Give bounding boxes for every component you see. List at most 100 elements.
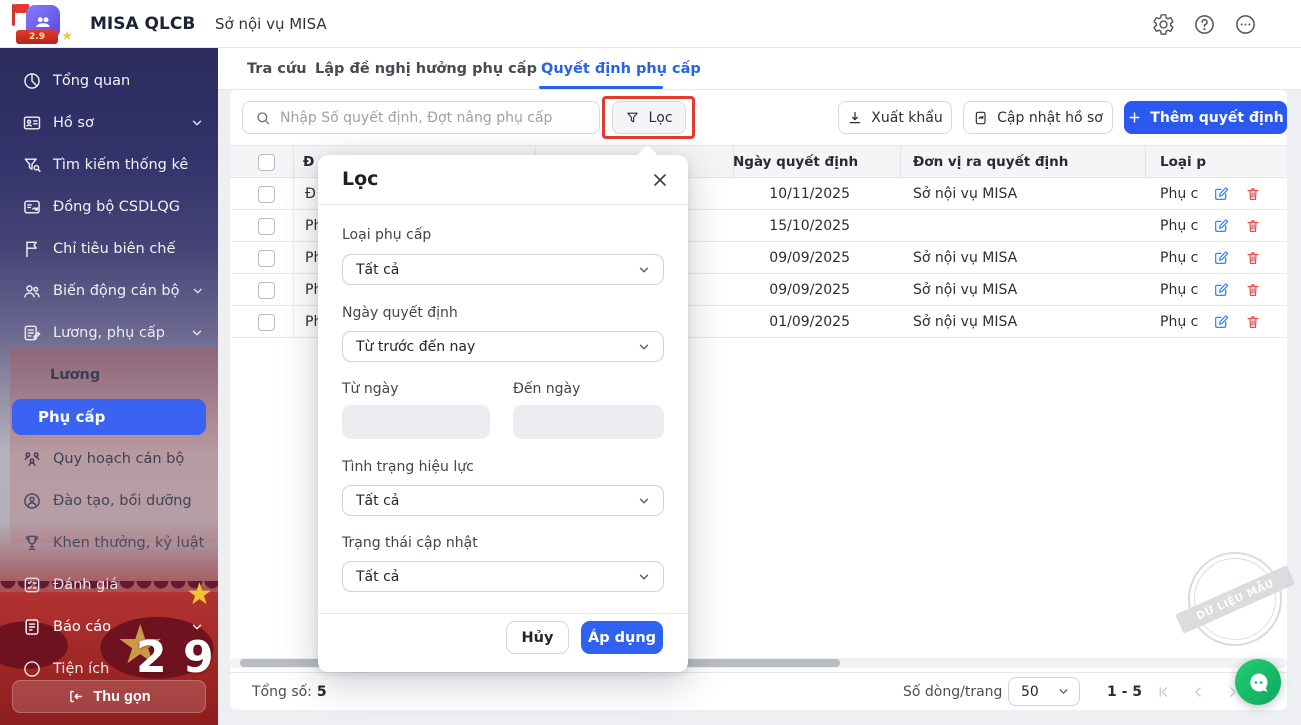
page-range: 1 - 5 <box>1107 673 1142 711</box>
sidebar-subitem-phu-cap[interactable]: Phụ cấp <box>0 396 218 438</box>
popup-title: Lọc <box>342 168 378 190</box>
row-checkbox[interactable] <box>258 314 275 331</box>
edit-pencil-icon[interactable] <box>1213 186 1229 202</box>
row-checkbox[interactable] <box>258 186 275 203</box>
chevron-down-icon <box>637 263 651 277</box>
chevron-down-icon <box>637 570 651 584</box>
row-checkbox[interactable] <box>258 250 275 267</box>
search-input[interactable] <box>280 110 589 126</box>
settings-icon[interactable] <box>1152 13 1175 36</box>
funnel-icon <box>625 110 640 125</box>
sidebar-item-danh-gia[interactable]: Đánh giá <box>0 564 218 606</box>
sidebar-item-dong-bo-csdlqg[interactable]: Đồng bộ CSDLQG <box>0 186 218 228</box>
sidebar-item-ho-so[interactable]: Hồ sơ <box>0 102 218 144</box>
tab-lap-de-nghi[interactable]: Lập đề nghị hưởng phụ cấp <box>315 48 537 90</box>
cell-decision-date: 15/10/2025 <box>733 210 850 242</box>
export-button[interactable]: Xuất khẩu <box>838 101 952 134</box>
column-divider <box>733 146 734 179</box>
column-divider <box>293 274 294 306</box>
chevron-down-icon <box>637 494 651 508</box>
trash-icon[interactable] <box>1245 218 1261 234</box>
chat-support-button[interactable] <box>1235 659 1281 705</box>
collapse-icon <box>67 688 84 705</box>
prev-page-icon[interactable] <box>1190 684 1206 700</box>
edit-pencil-icon[interactable] <box>1213 282 1229 298</box>
to-date-input[interactable] <box>513 405 664 439</box>
cell-allowance-type: Phụ c <box>1160 178 1198 210</box>
collapse-sidebar-button[interactable]: Thu gọn <box>12 680 206 713</box>
edit-pencil-icon[interactable] <box>1213 218 1229 234</box>
column-header-dot-nang[interactable]: Đ <box>303 146 314 179</box>
tab-quyet-dinh-phu-cap[interactable]: Quyết định phụ cấp <box>541 48 701 90</box>
from-date-input[interactable] <box>342 405 490 439</box>
cell-allowance-type: Phụ c <box>1160 274 1198 306</box>
trash-icon[interactable] <box>1245 314 1261 330</box>
sidebar-item-luong-phu-cap[interactable]: Lương, phụ cấp <box>0 312 218 354</box>
more-icon[interactable] <box>1234 13 1257 36</box>
filter-button[interactable]: Lọc <box>612 101 686 134</box>
sidebar-item-tong-quan[interactable]: Tổng quan <box>0 60 218 102</box>
total-count: Tổng số:5 <box>252 673 327 711</box>
allowance-type-select[interactable]: Tất cả <box>342 254 664 285</box>
trash-icon[interactable] <box>1245 250 1261 266</box>
document-refresh-icon <box>973 110 989 126</box>
star-icon: ★ <box>61 30 73 43</box>
active-tab-indicator <box>539 86 663 89</box>
popup-divider <box>318 613 688 614</box>
update-records-button[interactable]: Cập nhật hồ sơ <box>963 101 1113 134</box>
column-divider <box>293 306 294 338</box>
add-decision-button[interactable]: Thêm quyết định <box>1124 101 1287 134</box>
sidebar-item-tim-kiem-thong-ke[interactable]: Tìm kiếm thống kê <box>0 144 218 186</box>
sidebar-item-chi-tieu-bien-che[interactable]: Chỉ tiêu biên chế <box>0 228 218 270</box>
stamp-ring <box>1173 537 1297 661</box>
help-icon[interactable] <box>1193 13 1216 36</box>
update-status-select[interactable]: Tất cả <box>342 561 664 592</box>
row-checkbox[interactable] <box>258 282 275 299</box>
allowance-type-label: Loại phụ cấp <box>342 227 431 243</box>
sidebar-item-quy-hoach-can-bo[interactable]: Quy hoạch cán bộ <box>0 438 218 480</box>
chevron-down-icon <box>190 116 204 130</box>
sidebar-item-dao-tao-boi-duong[interactable]: Đào tạo, bồi dưỡng <box>0 480 218 522</box>
checklist-icon <box>22 575 42 595</box>
column-header-ngay-quyet-dinh[interactable]: Ngày quyết định <box>733 146 850 179</box>
edit-pencil-icon[interactable] <box>1213 314 1229 330</box>
tab-tra-cuu[interactable]: Tra cứu <box>247 48 307 90</box>
cell-issuing-unit: Sở nội vụ MISA <box>913 274 1017 306</box>
cell-decision-date: 09/09/2025 <box>733 274 850 306</box>
select-all-checkbox[interactable] <box>258 154 275 171</box>
first-page-icon[interactable] <box>1155 684 1171 700</box>
edit-pencil-icon[interactable] <box>1213 250 1229 266</box>
sidebar-item-bien-dong-can-bo[interactable]: Biến động cán bộ <box>0 270 218 312</box>
close-icon[interactable] <box>650 170 670 190</box>
cell-allowance-type: Phụ c <box>1160 242 1198 274</box>
topbar-actions <box>1152 0 1257 48</box>
chevron-down-icon <box>191 284 204 298</box>
validity-status-label: Tình trạng hiệu lực <box>342 459 474 475</box>
trash-icon[interactable] <box>1245 186 1261 202</box>
id-card-icon <box>22 113 42 133</box>
chevron-down-icon <box>637 340 651 354</box>
database-sync-icon <box>22 197 42 217</box>
decision-date-select[interactable]: Từ trước đến nay <box>342 331 664 362</box>
apply-button[interactable]: Áp dụng <box>581 621 663 654</box>
validity-status-select[interactable]: Tất cả <box>342 485 664 516</box>
trash-icon[interactable] <box>1245 282 1261 298</box>
funnel-search-icon <box>22 155 42 175</box>
cell-issuing-unit: Sở nội vụ MISA <box>913 178 1017 210</box>
topbar: 2.9 ★ MISA QLCB Sở nội vụ MISA <box>0 0 1301 48</box>
from-date-label: Từ ngày <box>342 381 399 397</box>
sidebar-item-bao-cao[interactable]: Báo cáo <box>0 606 218 648</box>
column-header-loai-phu-cap[interactable]: Loại p <box>1160 146 1206 179</box>
popup-header: Lọc <box>318 155 688 205</box>
cancel-button[interactable]: Hủy <box>506 621 569 654</box>
column-divider <box>900 146 901 179</box>
sidebar-item-khen-thuong-ky-luat[interactable]: Khen thưởng, kỷ luật <box>0 522 218 564</box>
sidebar-subitem-luong[interactable]: Lương <box>0 354 218 396</box>
column-header-don-vi[interactable]: Đơn vị ra quyết định <box>913 146 1068 179</box>
cell-decision-date: 10/11/2025 <box>733 178 850 210</box>
row-checkbox[interactable] <box>258 218 275 235</box>
stamp-text: DỮ LIỆU MẪU <box>1175 565 1295 634</box>
column-divider <box>293 146 294 179</box>
report-icon <box>22 617 42 637</box>
rows-per-page-select[interactable]: 50 <box>1008 677 1080 706</box>
